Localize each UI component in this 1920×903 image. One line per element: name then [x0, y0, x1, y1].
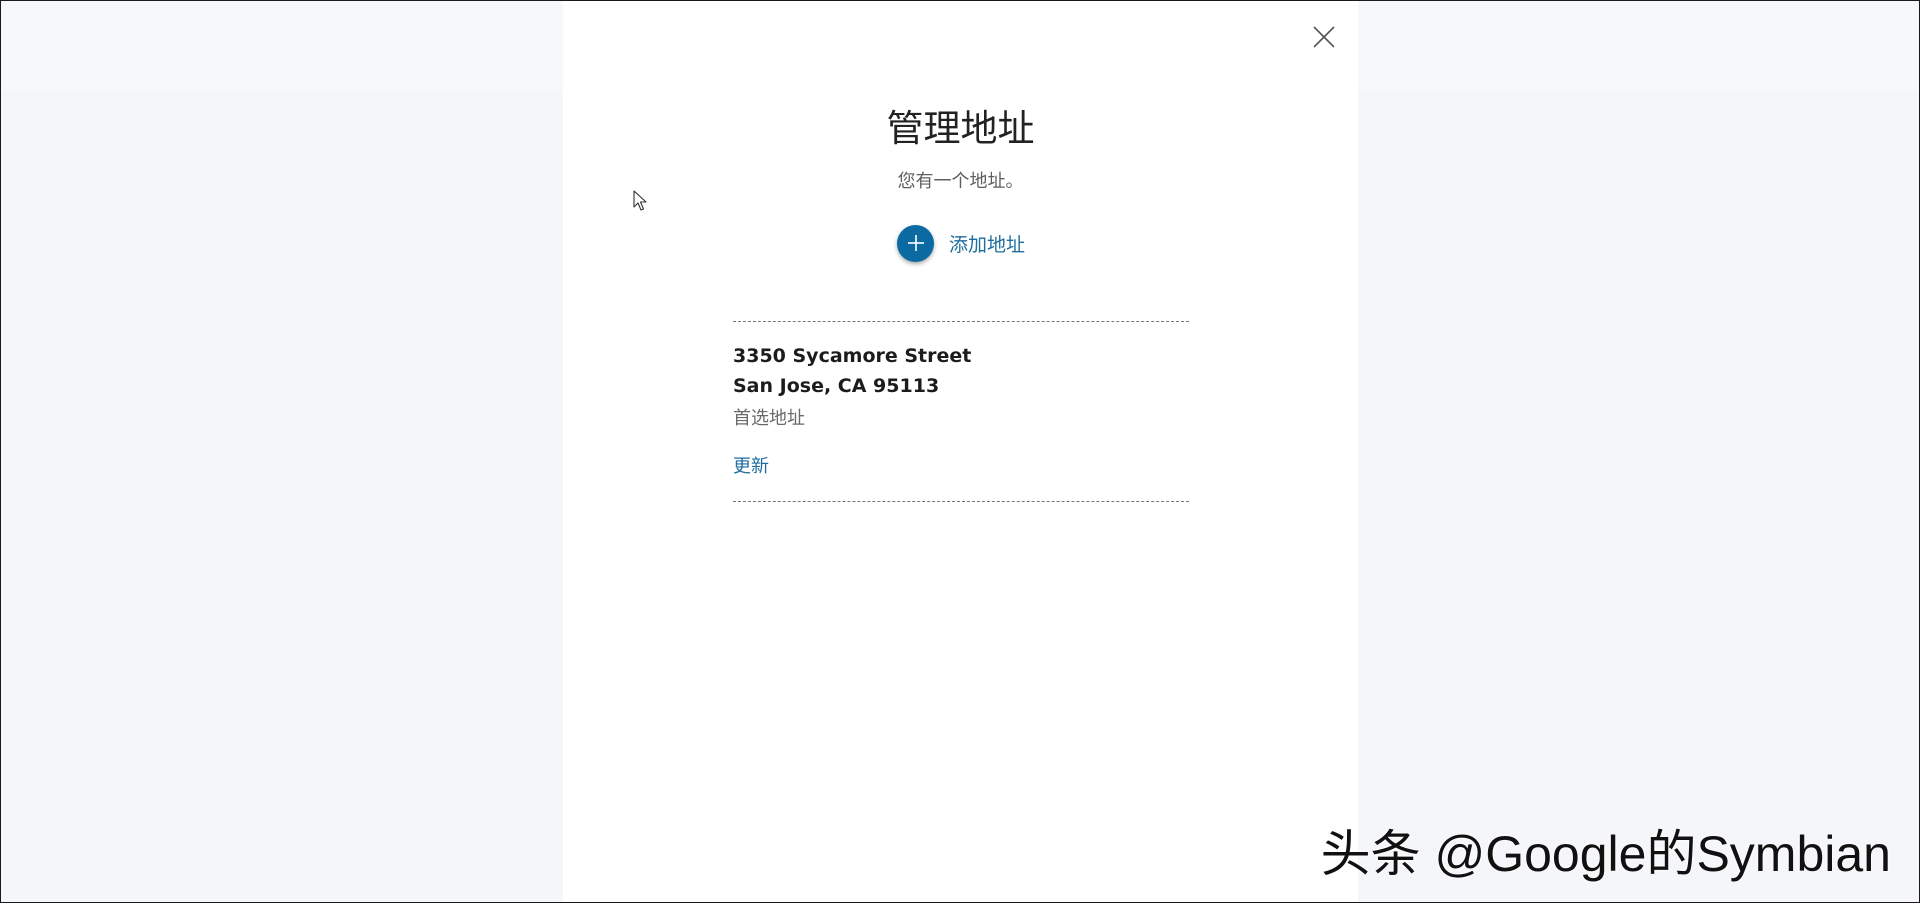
screen: 管理地址 您有一个地址。 添加地址 3350 Sycamore Street S… — [0, 0, 1920, 903]
address-divider-bottom — [733, 501, 1189, 502]
mouse-cursor-icon — [633, 190, 647, 216]
manage-address-dialog: 管理地址 您有一个地址。 添加地址 3350 Sycamore Street S… — [563, 1, 1358, 902]
close-icon — [1313, 26, 1335, 48]
watermark: 头条 @Google的Symbian — [1320, 826, 1891, 882]
dialog-title: 管理地址 — [886, 107, 1035, 150]
address-divider-top — [733, 321, 1189, 322]
add-address-button[interactable]: 添加地址 — [897, 224, 1025, 262]
address-line-2: San Jose, CA 95113 — [733, 375, 940, 397]
address-line-1: 3350 Sycamore Street — [733, 345, 972, 367]
dialog-subtitle: 您有一个地址。 — [897, 171, 1024, 192]
add-address-label: 添加地址 — [949, 233, 1026, 256]
close-button[interactable] — [1310, 23, 1338, 51]
preferred-address-label: 首选地址 — [733, 408, 805, 429]
update-address-link[interactable]: 更新 — [733, 453, 769, 481]
plus-icon — [897, 224, 934, 262]
